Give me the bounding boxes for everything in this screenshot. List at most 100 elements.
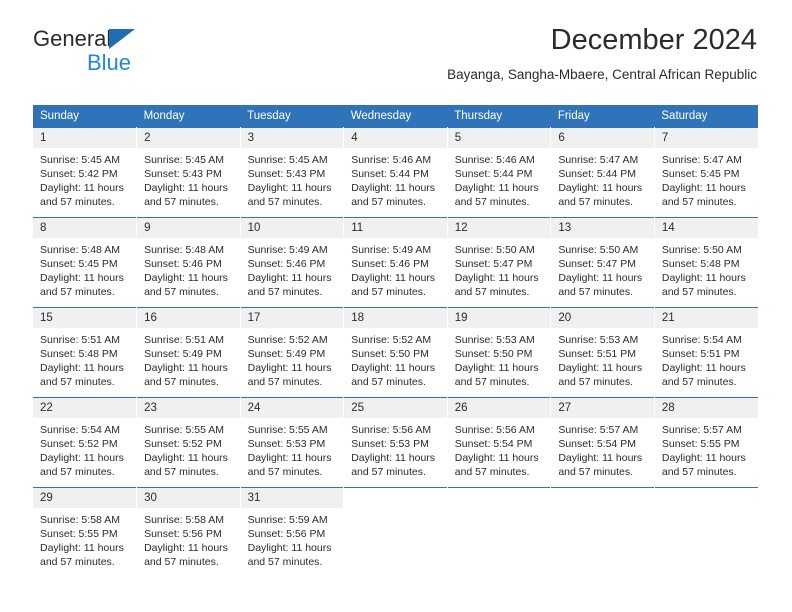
brand-triangle-icon — [109, 29, 135, 49]
calendar-day-cell[interactable]: 14 Sunrise: 5:50 AM Sunset: 5:48 PM Dayligh… — [654, 217, 758, 308]
sunset-text: Sunset: 5:48 PM — [661, 258, 740, 270]
calendar-week-row: 8 Sunrise: 5:48 AM Sunset: 5:45 PM Daylight… — [33, 217, 758, 308]
calendar-day-cell[interactable]: 18 Sunrise: 5:52 AM Sunset: 5:50 PM Dayligh… — [343, 307, 448, 398]
calendar-day-cell[interactable]: 31 Sunrise: 5:59 AM Sunset: 5:56 PM Dayligh… — [240, 487, 345, 578]
calendar-day-cell[interactable]: 10 Sunrise: 5:49 AM Sunset: 5:46 PM Dayligh… — [240, 217, 345, 308]
calendar-day-cell[interactable]: 21 Sunrise: 5:54 AM Sunset: 5:51 PM Dayligh… — [654, 307, 758, 398]
calendar-day-cell[interactable]: 30 Sunrise: 5:58 AM Sunset: 5:56 PM Dayligh… — [136, 487, 241, 578]
calendar-day-cell[interactable]: 16 Sunrise: 5:51 AM Sunset: 5:49 PM Dayligh… — [136, 307, 241, 398]
daylight-text: Daylight: 11 hours and 57 minutes. — [247, 452, 332, 478]
weekday-header-sunday: Sunday — [33, 105, 137, 128]
calendar-day-cell[interactable]: 25 Sunrise: 5:56 AM Sunset: 5:53 PM Dayligh… — [343, 397, 448, 488]
sunset-text: Sunset: 5:51 PM — [661, 348, 740, 360]
sunset-text: Sunset: 5:56 PM — [144, 528, 222, 540]
daylight-text: Daylight: 11 hours and 57 minutes. — [558, 272, 643, 298]
sunrise-text: Sunrise: 5:48 AM — [40, 244, 120, 256]
day-details: Sunrise: 5:51 AM Sunset: 5:48 PM Daylight:… — [33, 328, 136, 389]
calendar-day-cell[interactable]: 2 Sunrise: 5:45 AM Sunset: 5:43 PM Daylight… — [136, 127, 241, 218]
calendar-day-cell[interactable]: 8 Sunrise: 5:48 AM Sunset: 5:45 PM Daylight… — [33, 217, 138, 308]
sunrise-text: Sunrise: 5:45 AM — [247, 154, 328, 166]
calendar-day-cell[interactable]: 15 Sunrise: 5:51 AM Sunset: 5:48 PM Dayligh… — [33, 307, 138, 398]
daylight-text: Daylight: 11 hours and 57 minutes. — [661, 452, 746, 478]
calendar-day-cell[interactable]: 7 Sunrise: 5:47 AM Sunset: 5:45 PM Daylight… — [654, 127, 758, 218]
sunrise-text: Sunrise: 5:55 AM — [247, 424, 328, 436]
calendar-day-cell[interactable]: 26 Sunrise: 5:56 AM Sunset: 5:54 PM Dayligh… — [447, 397, 552, 488]
day-details: Sunrise: 5:59 AM Sunset: 5:56 PM Daylight:… — [241, 508, 344, 569]
day-details: Sunrise: 5:47 AM Sunset: 5:44 PM Daylight:… — [551, 148, 654, 209]
daylight-text: Daylight: 11 hours and 57 minutes. — [40, 542, 124, 568]
sunset-text: Sunset: 5:53 PM — [351, 438, 429, 450]
day-details: Sunrise: 5:51 AM Sunset: 5:49 PM Daylight:… — [137, 328, 240, 389]
calendar-day-cell[interactable]: 22 Sunrise: 5:54 AM Sunset: 5:52 PM Dayligh… — [33, 397, 138, 488]
day-details: Sunrise: 5:58 AM Sunset: 5:55 PM Daylight:… — [33, 508, 136, 569]
day-number: 17 — [240, 308, 344, 328]
sunrise-text: Sunrise: 5:45 AM — [40, 154, 120, 166]
calendar-day-cell[interactable]: 3 Sunrise: 5:45 AM Sunset: 5:43 PM Daylight… — [240, 127, 345, 218]
calendar-day-cell[interactable]: 11 Sunrise: 5:49 AM Sunset: 5:46 PM Dayligh… — [343, 217, 448, 308]
day-details: Sunrise: 5:54 AM Sunset: 5:52 PM Daylight:… — [33, 418, 136, 479]
sunrise-text: Sunrise: 5:46 AM — [454, 154, 535, 166]
daylight-text: Daylight: 11 hours and 57 minutes. — [40, 362, 124, 388]
sunset-text: Sunset: 5:45 PM — [40, 258, 118, 270]
weekday-header-tuesday: Tuesday — [240, 105, 344, 128]
calendar-day-cell[interactable]: 6 Sunrise: 5:47 AM Sunset: 5:44 PM Daylight… — [550, 127, 655, 218]
calendar-week-row: 22 Sunrise: 5:54 AM Sunset: 5:52 PM Dayligh… — [33, 397, 758, 488]
day-details: Sunrise: 5:50 AM Sunset: 5:47 PM Daylight:… — [551, 238, 654, 299]
calendar-day-cell[interactable]: 5 Sunrise: 5:46 AM Sunset: 5:44 PM Daylight… — [447, 127, 552, 218]
day-number: 26 — [447, 398, 551, 418]
day-number: 3 — [240, 128, 344, 148]
weekday-header-monday: Monday — [136, 105, 241, 128]
sunrise-text: Sunrise: 5:49 AM — [247, 244, 328, 256]
calendar-day-cell[interactable]: 28 Sunrise: 5:57 AM Sunset: 5:55 PM Dayligh… — [654, 397, 758, 488]
calendar-day-cell[interactable]: 1 Sunrise: 5:45 AM Sunset: 5:42 PM Daylight… — [33, 127, 138, 218]
sunrise-text: Sunrise: 5:54 AM — [40, 424, 120, 436]
sunset-text: Sunset: 5:48 PM — [40, 348, 118, 360]
sunrise-text: Sunrise: 5:58 AM — [40, 514, 120, 526]
calendar-day-cell[interactable]: 17 Sunrise: 5:52 AM Sunset: 5:49 PM Dayligh… — [240, 307, 345, 398]
sunrise-text: Sunrise: 5:53 AM — [558, 334, 639, 346]
day-number: 18 — [344, 308, 447, 328]
weekday-header-row: Sunday Monday Tuesday Wednesday Thursday Frid… — [33, 105, 758, 128]
day-number: 8 — [33, 218, 137, 238]
calendar-day-cell[interactable]: 12 Sunrise: 5:50 AM Sunset: 5:47 PM Dayligh… — [447, 217, 552, 308]
sunset-text: Sunset: 5:51 PM — [558, 348, 636, 360]
sunrise-text: Sunrise: 5:50 AM — [661, 244, 742, 256]
sunset-text: Sunset: 5:54 PM — [454, 438, 533, 450]
calendar-day-cell[interactable]: 20 Sunrise: 5:53 AM Sunset: 5:51 PM Dayligh… — [550, 307, 655, 398]
daylight-text: Daylight: 11 hours and 57 minutes. — [558, 452, 643, 478]
day-details: Sunrise: 5:52 AM Sunset: 5:49 PM Daylight:… — [241, 328, 344, 389]
sunrise-text: Sunrise: 5:46 AM — [351, 154, 432, 166]
day-details: Sunrise: 5:45 AM Sunset: 5:43 PM Daylight:… — [137, 148, 240, 209]
daylight-text: Daylight: 11 hours and 57 minutes. — [454, 182, 539, 208]
calendar-day-cell[interactable]: 4 Sunrise: 5:46 AM Sunset: 5:44 PM Daylight… — [343, 127, 448, 218]
sunset-text: Sunset: 5:50 PM — [454, 348, 533, 360]
day-details: Sunrise: 5:48 AM Sunset: 5:45 PM Daylight:… — [33, 238, 136, 299]
calendar-day-cell[interactable]: 19 Sunrise: 5:53 AM Sunset: 5:50 PM Dayligh… — [447, 307, 552, 398]
calendar-day-cell[interactable]: 9 Sunrise: 5:48 AM Sunset: 5:46 PM Daylight… — [136, 217, 241, 308]
day-details: Sunrise: 5:56 AM Sunset: 5:53 PM Daylight:… — [344, 418, 447, 479]
day-number: 5 — [447, 128, 551, 148]
day-number: 16 — [137, 308, 240, 328]
daylight-text: Daylight: 11 hours and 57 minutes. — [144, 362, 228, 388]
calendar-day-cell[interactable]: 27 Sunrise: 5:57 AM Sunset: 5:54 PM Dayligh… — [550, 397, 655, 488]
daylight-text: Daylight: 11 hours and 57 minutes. — [351, 182, 436, 208]
weekday-header-friday: Friday — [550, 105, 655, 128]
calendar-week-row: 29 Sunrise: 5:58 AM Sunset: 5:55 PM Dayligh… — [33, 487, 758, 578]
day-number: 15 — [33, 308, 137, 328]
brand-logo[interactable]: General Blue — [33, 26, 233, 82]
day-details: Sunrise: 5:58 AM Sunset: 5:56 PM Daylight:… — [137, 508, 240, 569]
daylight-text: Daylight: 11 hours and 57 minutes. — [351, 272, 436, 298]
day-details: Sunrise: 5:55 AM Sunset: 5:53 PM Daylight:… — [241, 418, 344, 479]
calendar-day-cell[interactable]: 24 Sunrise: 5:55 AM Sunset: 5:53 PM Dayligh… — [240, 397, 345, 488]
calendar-day-cell[interactable]: 29 Sunrise: 5:58 AM Sunset: 5:55 PM Dayligh… — [33, 487, 138, 578]
calendar-day-cell[interactable]: 23 Sunrise: 5:55 AM Sunset: 5:52 PM Dayligh… — [136, 397, 241, 488]
day-number: 22 — [33, 398, 137, 418]
daylight-text: Daylight: 11 hours and 57 minutes. — [454, 362, 539, 388]
sunset-text: Sunset: 5:43 PM — [247, 168, 326, 180]
day-details: Sunrise: 5:54 AM Sunset: 5:51 PM Daylight:… — [655, 328, 758, 389]
daylight-text: Daylight: 11 hours and 57 minutes. — [661, 362, 746, 388]
day-number: 30 — [137, 488, 240, 508]
daylight-text: Daylight: 11 hours and 57 minutes. — [247, 362, 332, 388]
calendar-cell-empty — [654, 487, 758, 578]
calendar-day-cell[interactable]: 13 Sunrise: 5:50 AM Sunset: 5:47 PM Dayligh… — [550, 217, 655, 308]
